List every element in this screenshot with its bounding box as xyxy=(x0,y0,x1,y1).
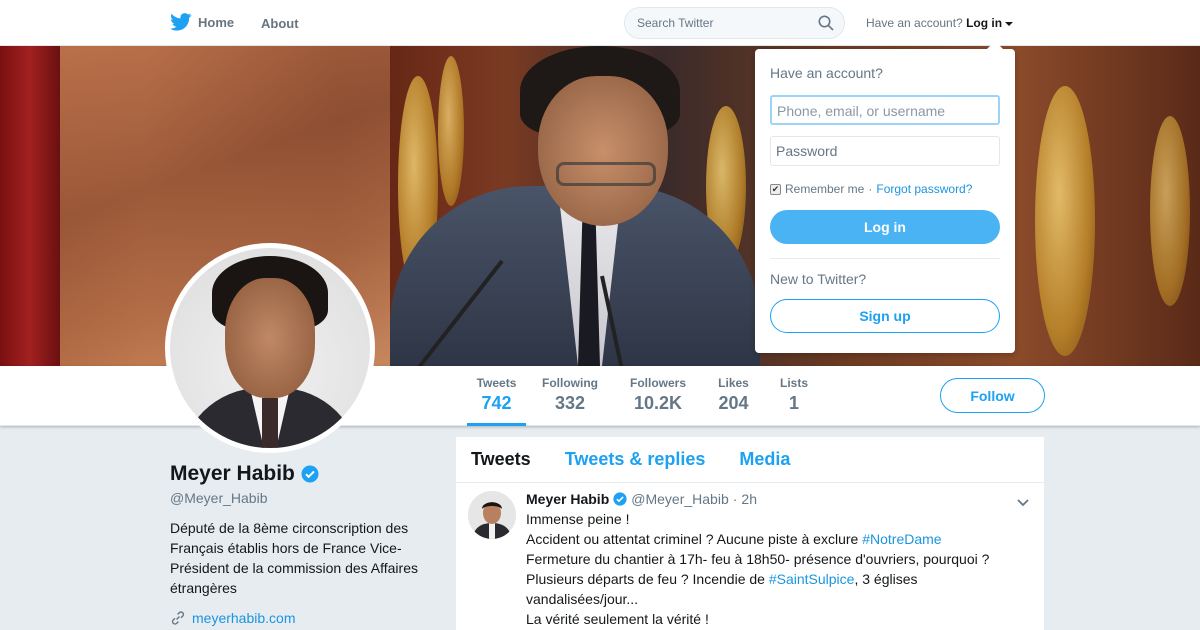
banner-gold-leaf xyxy=(1150,116,1190,306)
verified-badge-icon xyxy=(301,465,319,483)
account-prompt-text: Have an account? xyxy=(866,16,963,30)
tweet-timestamp[interactable]: 2h xyxy=(741,491,757,507)
banner-gold-leaf xyxy=(1035,86,1095,356)
nav-about-link[interactable]: About xyxy=(261,16,299,31)
stat-label: Likes xyxy=(718,376,749,390)
tweet-text: Immense peine ! Accident ou attentat cri… xyxy=(526,509,1029,629)
stat-label: Lists xyxy=(779,376,808,390)
tab-tweets[interactable]: Tweets xyxy=(471,449,531,470)
stat-lists[interactable]: Lists 1 xyxy=(776,376,812,414)
tweet-line: Accident ou attentat criminel ? Aucune p… xyxy=(526,529,1029,549)
profile-name[interactable]: Meyer Habib xyxy=(170,462,430,486)
timeline-tabs: Tweets Tweets & replies Media xyxy=(456,437,1044,483)
banner-person-face xyxy=(538,76,668,226)
stat-tweets[interactable]: Tweets 742 xyxy=(467,376,526,426)
tweet-author-handle[interactable]: @Meyer_Habib xyxy=(631,491,728,507)
profile-website-text: meyerhabib.com xyxy=(192,610,296,626)
profile-card: Meyer Habib @Meyer_Habib Député de la 8è… xyxy=(170,462,430,626)
stat-value: 742 xyxy=(481,393,512,413)
forgot-password-link[interactable]: Forgot password? xyxy=(876,182,972,196)
remember-separator: · xyxy=(868,182,873,196)
login-dropdown-toggle[interactable]: Log in xyxy=(966,16,1002,30)
stat-following[interactable]: Following 332 xyxy=(538,376,602,414)
tweet-line-text: Accident ou attentat criminel ? Aucune p… xyxy=(526,531,863,547)
tweet-line: Plusieurs départs de feu ? Incendie de #… xyxy=(526,569,1029,589)
tweet-avatar[interactable] xyxy=(468,491,516,539)
stat-value: 10.2K xyxy=(633,393,683,413)
chevron-down-icon[interactable] xyxy=(1016,495,1030,509)
banner-curtain xyxy=(0,46,60,366)
login-dropdown: Have an account? Phone, email, or userna… xyxy=(755,41,1015,353)
nav-home-label: Home xyxy=(198,14,235,30)
top-nav-bar: Home About Search Twitter Have an accoun… xyxy=(0,0,1200,46)
login-button[interactable]: Log in xyxy=(770,210,1000,244)
tweet-line: vandalisées/jour... xyxy=(526,591,639,607)
avatar-tie xyxy=(262,398,278,448)
tweet-line-text: , 3 églises xyxy=(854,571,918,587)
hashtag-link[interactable]: #NotreDame xyxy=(862,531,941,547)
username-field[interactable]: Phone, email, or username xyxy=(770,95,1000,125)
search-input[interactable]: Search Twitter xyxy=(624,7,845,39)
link-icon xyxy=(171,611,185,625)
tweet-line: Fermeture du chantier à 17h- feu à 18h50… xyxy=(526,551,990,567)
tab-tweets-replies[interactable]: Tweets & replies xyxy=(565,449,706,470)
stat-label: Following xyxy=(542,376,598,390)
tweet-avatar-image xyxy=(468,491,516,539)
remember-me-label[interactable]: Remember me xyxy=(785,182,864,196)
avatar-face xyxy=(225,278,315,398)
account-prompt: Have an account? Log in xyxy=(866,16,1014,30)
stat-likes[interactable]: Likes 204 xyxy=(713,376,754,414)
banner-gold-leaf xyxy=(438,56,464,206)
stat-value: 204 xyxy=(718,393,749,413)
stat-followers[interactable]: Followers 10.2K xyxy=(626,376,690,414)
password-field[interactable]: Password xyxy=(770,136,1000,166)
stat-label: Followers xyxy=(629,376,686,390)
login-dropdown-title: Have an account? xyxy=(770,65,883,81)
new-to-twitter-text: New to Twitter? xyxy=(770,271,867,287)
timeline: Tweets Tweets & replies Media Meyer Habi… xyxy=(456,437,1044,630)
banner-person-glasses xyxy=(556,162,656,186)
remember-row: ✔ Remember me · Forgot password? xyxy=(770,182,1000,196)
tweet-header: Meyer Habib @Meyer_Habib · 2h xyxy=(526,491,1029,507)
verified-badge-icon xyxy=(613,492,627,506)
follow-button[interactable]: Follow xyxy=(940,378,1045,413)
twitter-bird-icon xyxy=(170,13,192,31)
login-divider xyxy=(770,258,1000,259)
profile-website[interactable]: meyerhabib.com xyxy=(170,610,430,626)
stat-value: 1 xyxy=(788,393,799,413)
signup-button[interactable]: Sign up xyxy=(770,299,1000,333)
profile-avatar[interactable] xyxy=(165,243,375,453)
profile-name-text: Meyer Habib xyxy=(170,462,295,485)
tab-media[interactable]: Media xyxy=(739,449,790,470)
tweet-author-name[interactable]: Meyer Habib xyxy=(526,491,609,507)
nav-home-link[interactable]: Home xyxy=(170,13,234,31)
tweet-line-text: Plusieurs départs de feu ? Incendie de xyxy=(526,571,769,587)
hashtag-link[interactable]: #SaintSulpice xyxy=(769,571,855,587)
caret-down-icon[interactable] xyxy=(1005,21,1014,26)
profile-handle[interactable]: @Meyer_Habib xyxy=(170,490,430,506)
tweet-line: La vérité seulement la vérité ! xyxy=(526,611,709,627)
checkbox-icon[interactable]: ✔ xyxy=(770,183,781,195)
tweet-line: Immense peine ! xyxy=(526,511,630,527)
search-placeholder: Search Twitter xyxy=(637,16,714,30)
tweet[interactable]: Meyer Habib @Meyer_Habib · 2h Immense pe… xyxy=(456,483,1044,629)
stat-value: 332 xyxy=(554,393,586,413)
profile-bio: Député de la 8ème circonscription des Fr… xyxy=(170,520,418,596)
search-icon[interactable] xyxy=(818,15,834,31)
stat-label: Tweets xyxy=(476,376,517,390)
tweet-separator: · xyxy=(732,491,738,507)
